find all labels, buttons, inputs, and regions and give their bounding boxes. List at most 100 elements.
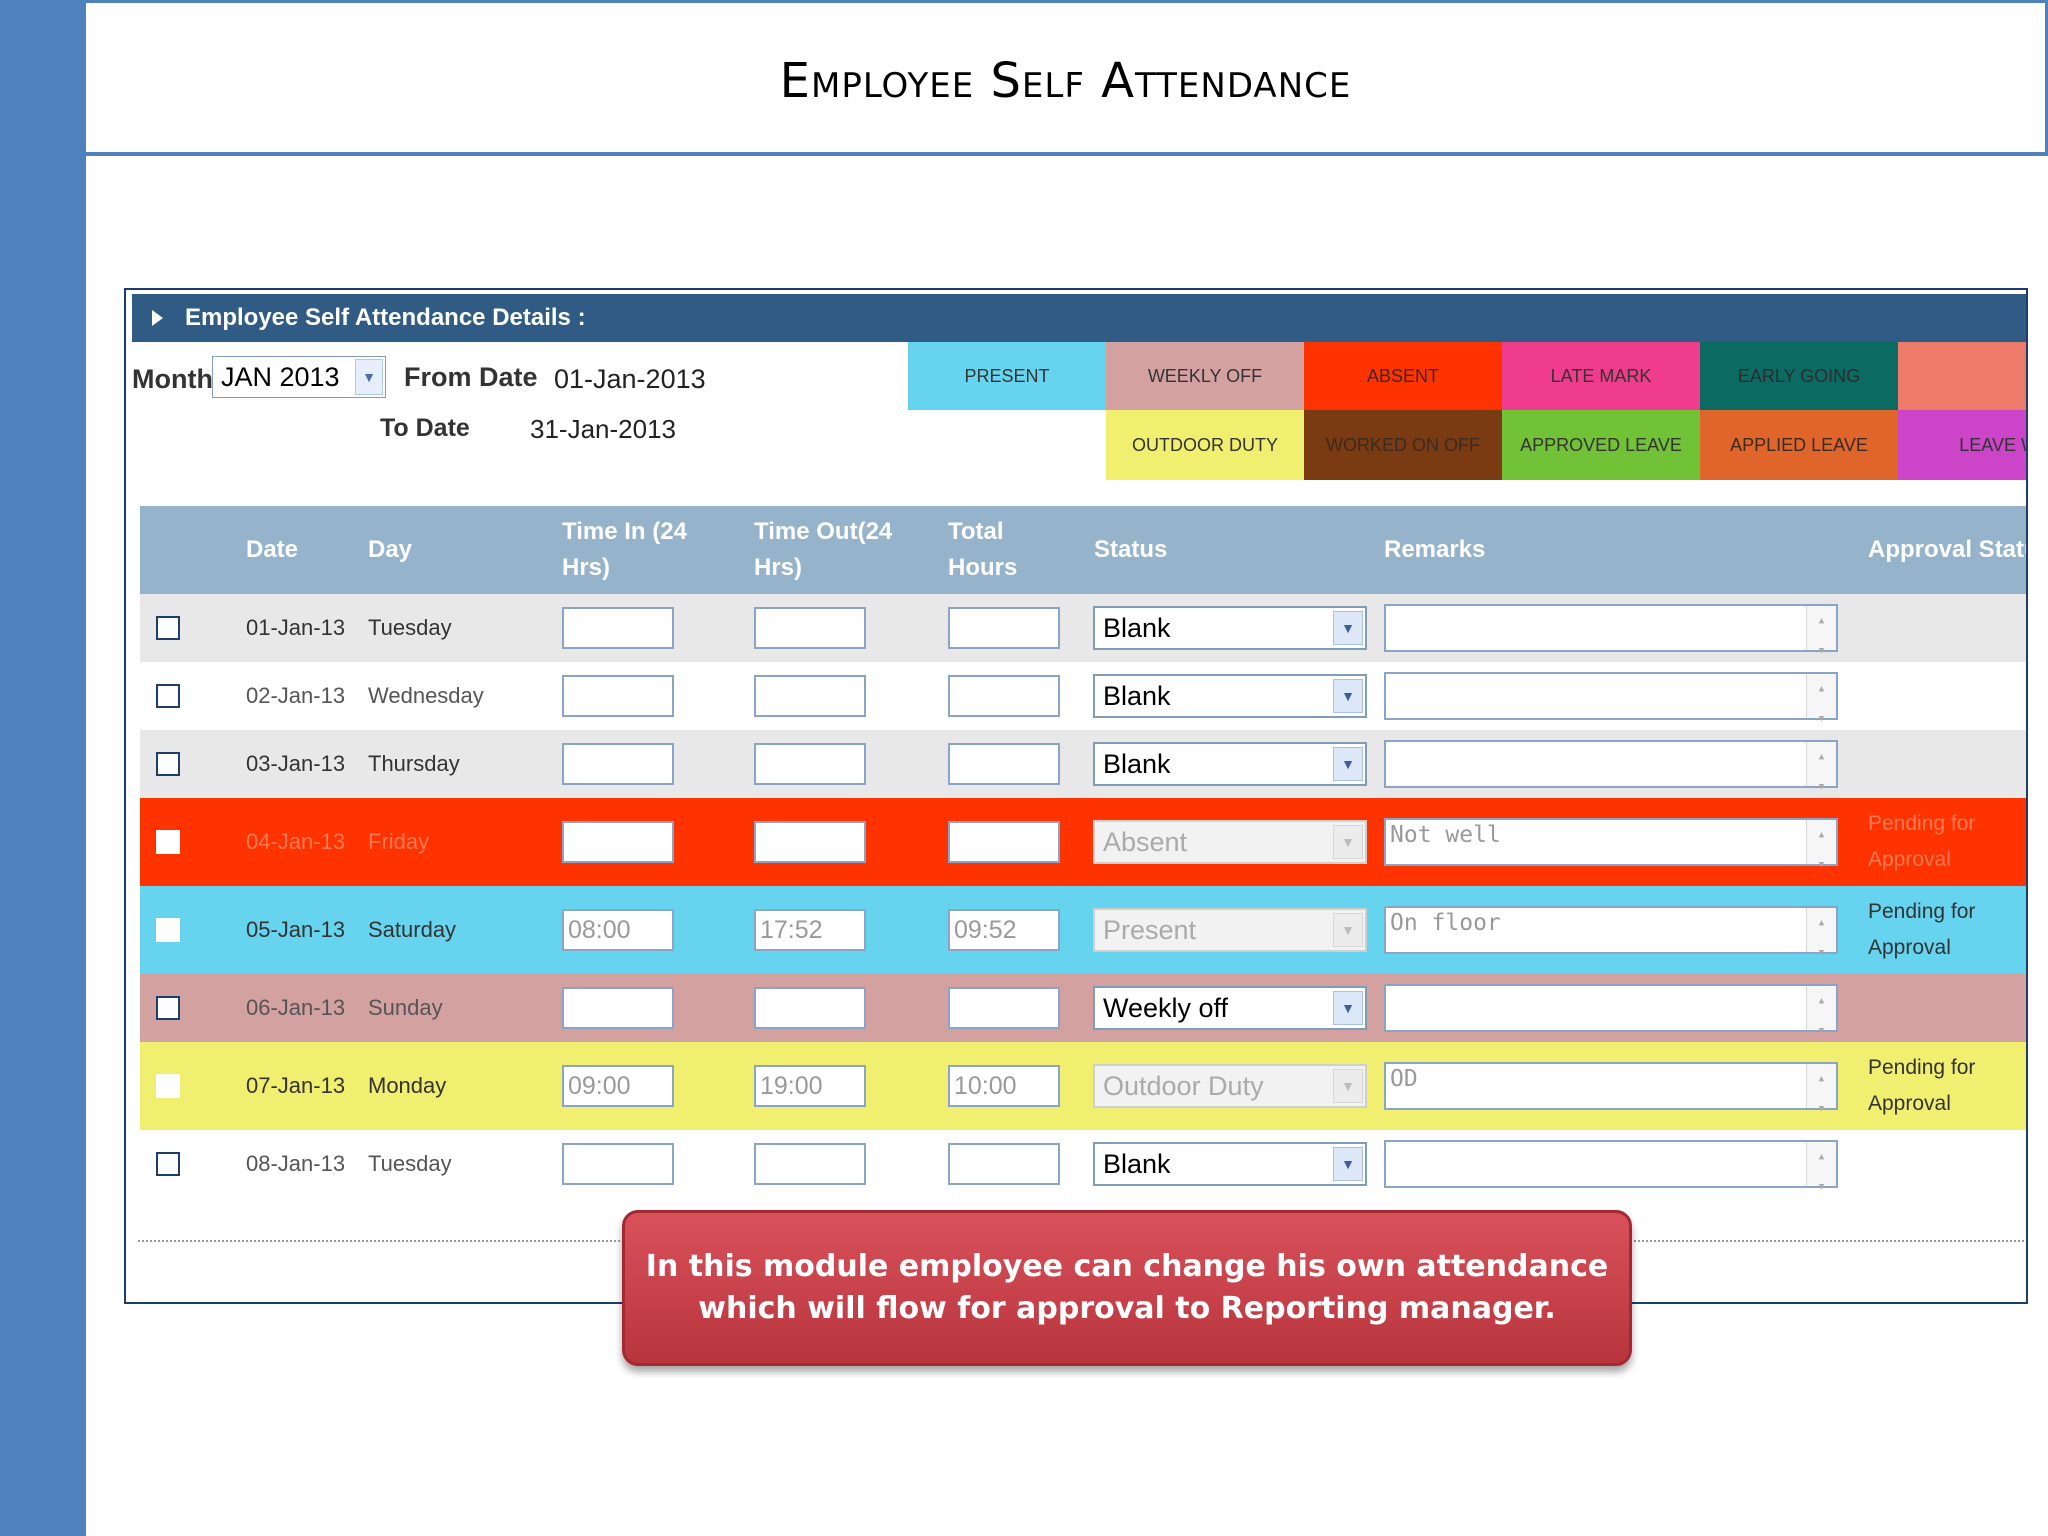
row-checkbox[interactable] bbox=[156, 752, 180, 776]
status-select-value: Blank bbox=[1103, 681, 1171, 711]
row-date: 08-Jan-13 bbox=[246, 1151, 346, 1176]
remarks-textarea[interactable]: ▲ ▼ bbox=[1384, 984, 1838, 1036]
remarks-scrollbar[interactable]: ▲ ▼ bbox=[1806, 1142, 1836, 1192]
remarks-scrollbar[interactable]: ▲ ▼ bbox=[1806, 1064, 1836, 1114]
legend-absent: ABSENT bbox=[1304, 342, 1502, 410]
time-in-input[interactable] bbox=[562, 743, 674, 785]
table-row: 07-Jan-13 Monday 09:00 19:00 10:00 Outdoor Du… bbox=[140, 1042, 2026, 1130]
time-out-input[interactable] bbox=[754, 1143, 866, 1185]
callout-note: In this module employee can change his o… bbox=[622, 1210, 1632, 1366]
scroll-down-icon[interactable]: ▼ bbox=[1819, 938, 1824, 968]
row-day: Thursday bbox=[368, 751, 460, 776]
col-approval-status: Approval Statu bbox=[1868, 536, 2028, 563]
month-select[interactable]: JAN 2013 ▼ bbox=[212, 356, 386, 398]
time-out-input[interactable] bbox=[754, 987, 866, 1029]
status-select: Absent ▼ bbox=[1093, 820, 1367, 864]
total-hours-input: 09:52 bbox=[948, 909, 1060, 951]
remarks-scrollbar[interactable]: ▲ ▼ bbox=[1806, 986, 1836, 1036]
time-out-input[interactable] bbox=[754, 675, 866, 717]
scroll-up-icon[interactable]: ▲ bbox=[1819, 1064, 1824, 1094]
row-day: Wednesday bbox=[368, 683, 484, 708]
time-out-input[interactable] bbox=[754, 607, 866, 649]
row-checkbox[interactable] bbox=[156, 996, 180, 1020]
expand-triangle-icon[interactable] bbox=[152, 310, 163, 326]
scroll-up-icon[interactable]: ▲ bbox=[1819, 1142, 1824, 1172]
remarks-textarea[interactable]: ▲ ▼ bbox=[1384, 672, 1838, 724]
remarks-textarea[interactable]: ▲ ▼ bbox=[1384, 1140, 1838, 1192]
status-select: Outdoor Duty ▼ bbox=[1093, 1064, 1367, 1108]
month-label: Month bbox=[132, 364, 213, 394]
time-in-input: 09:00 bbox=[562, 1065, 674, 1107]
total-hours-input[interactable] bbox=[948, 743, 1060, 785]
panel-header-title: Employee Self Attendance Details : bbox=[185, 304, 586, 331]
row-checkbox[interactable] bbox=[156, 684, 180, 708]
time-in-input[interactable] bbox=[562, 607, 674, 649]
remarks-textarea: On floor ▲ ▼ bbox=[1384, 906, 1838, 958]
table-row: 04-Jan-13 Friday Absent ▼ Not well ▲ ▼ Pending … bbox=[140, 798, 2026, 886]
status-select[interactable]: Blank ▼ bbox=[1093, 742, 1367, 786]
remarks-textarea[interactable]: ▲ ▼ bbox=[1384, 604, 1838, 656]
scroll-up-icon[interactable]: ▲ bbox=[1819, 820, 1824, 850]
total-hours-input[interactable] bbox=[948, 987, 1060, 1029]
time-out-input[interactable] bbox=[754, 743, 866, 785]
scroll-up-icon[interactable]: ▲ bbox=[1819, 908, 1824, 938]
chevron-down-icon[interactable]: ▼ bbox=[1333, 611, 1363, 645]
scroll-up-icon[interactable]: ▲ bbox=[1819, 606, 1824, 636]
status-select-value: Absent bbox=[1103, 827, 1188, 857]
scroll-up-icon[interactable]: ▲ bbox=[1819, 742, 1824, 772]
remarks-scrollbar[interactable]: ▲ ▼ bbox=[1806, 908, 1836, 958]
chevron-down-icon: ▼ bbox=[1333, 1069, 1363, 1103]
from-date-value: 01-Jan-2013 bbox=[554, 364, 706, 394]
scroll-down-icon[interactable]: ▼ bbox=[1819, 850, 1824, 880]
slide-left-bar bbox=[0, 0, 86, 1536]
slide: Employee Self Attendance Employee Self A… bbox=[0, 0, 2048, 1536]
time-in-input[interactable] bbox=[562, 987, 674, 1029]
remarks-scrollbar[interactable]: ▲ ▼ bbox=[1806, 742, 1836, 792]
chevron-down-icon[interactable]: ▼ bbox=[1333, 991, 1363, 1025]
legend-leave-wit-pay: LEAVE WIT PAY bbox=[1898, 410, 2026, 480]
row-day: Sunday bbox=[368, 995, 443, 1020]
status-select[interactable]: Blank ▼ bbox=[1093, 606, 1367, 650]
status-select[interactable]: Blank ▼ bbox=[1093, 674, 1367, 718]
remarks-value: On floor bbox=[1390, 910, 1501, 936]
total-hours-input[interactable] bbox=[948, 607, 1060, 649]
scroll-down-icon[interactable]: ▼ bbox=[1819, 1172, 1824, 1202]
total-hours-input: 10:00 bbox=[948, 1065, 1060, 1107]
chevron-down-icon[interactable]: ▼ bbox=[355, 359, 383, 395]
legend-applied-leave: APPLIED LEAVE bbox=[1700, 410, 1898, 480]
legend-outdoor-duty: OUTDOOR DUTY bbox=[1106, 410, 1304, 480]
remarks-scrollbar[interactable]: ▲ ▼ bbox=[1806, 820, 1836, 870]
total-hours-input[interactable] bbox=[948, 1143, 1060, 1185]
scroll-down-icon[interactable]: ▼ bbox=[1819, 1094, 1824, 1124]
panel-header[interactable]: Employee Self Attendance Details : bbox=[132, 294, 2026, 342]
chevron-down-icon: ▼ bbox=[1333, 825, 1363, 859]
status-select[interactable]: Blank ▼ bbox=[1093, 1142, 1367, 1186]
status-select: Present ▼ bbox=[1093, 908, 1367, 952]
approval-status: Pending for Approval bbox=[1868, 1056, 1976, 1115]
approval-status: Pending for Approval bbox=[1868, 900, 1976, 959]
scroll-up-icon[interactable]: ▲ bbox=[1819, 986, 1824, 1016]
chevron-down-icon[interactable]: ▼ bbox=[1333, 1147, 1363, 1181]
total-hours-input[interactable] bbox=[948, 675, 1060, 717]
status-select-value: Blank bbox=[1103, 749, 1171, 779]
row-checkbox[interactable] bbox=[156, 1152, 180, 1176]
chevron-down-icon[interactable]: ▼ bbox=[1333, 747, 1363, 781]
table-row: 08-Jan-13 Tuesday Blank ▼ ▲ ▼ bbox=[140, 1130, 2026, 1198]
legend-holida: HOLIDA bbox=[1898, 342, 2026, 410]
chevron-down-icon: ▼ bbox=[1333, 913, 1363, 947]
time-in-input[interactable] bbox=[562, 675, 674, 717]
chevron-down-icon[interactable]: ▼ bbox=[1333, 679, 1363, 713]
row-day: Saturday bbox=[368, 917, 457, 942]
col-day: Day bbox=[368, 536, 413, 563]
row-day: Tuesday bbox=[368, 1151, 452, 1176]
time-in-input[interactable] bbox=[562, 1143, 674, 1185]
row-checkbox bbox=[156, 918, 180, 942]
remarks-scrollbar[interactable]: ▲ ▼ bbox=[1806, 606, 1836, 656]
row-checkbox[interactable] bbox=[156, 616, 180, 640]
row-date: 06-Jan-13 bbox=[246, 995, 346, 1020]
scroll-up-icon[interactable]: ▲ bbox=[1819, 674, 1824, 704]
remarks-textarea[interactable]: ▲ ▼ bbox=[1384, 740, 1838, 792]
status-select-value: Weekly off bbox=[1103, 993, 1229, 1023]
status-select[interactable]: Weekly off ▼ bbox=[1093, 986, 1367, 1030]
remarks-scrollbar[interactable]: ▲ ▼ bbox=[1806, 674, 1836, 724]
